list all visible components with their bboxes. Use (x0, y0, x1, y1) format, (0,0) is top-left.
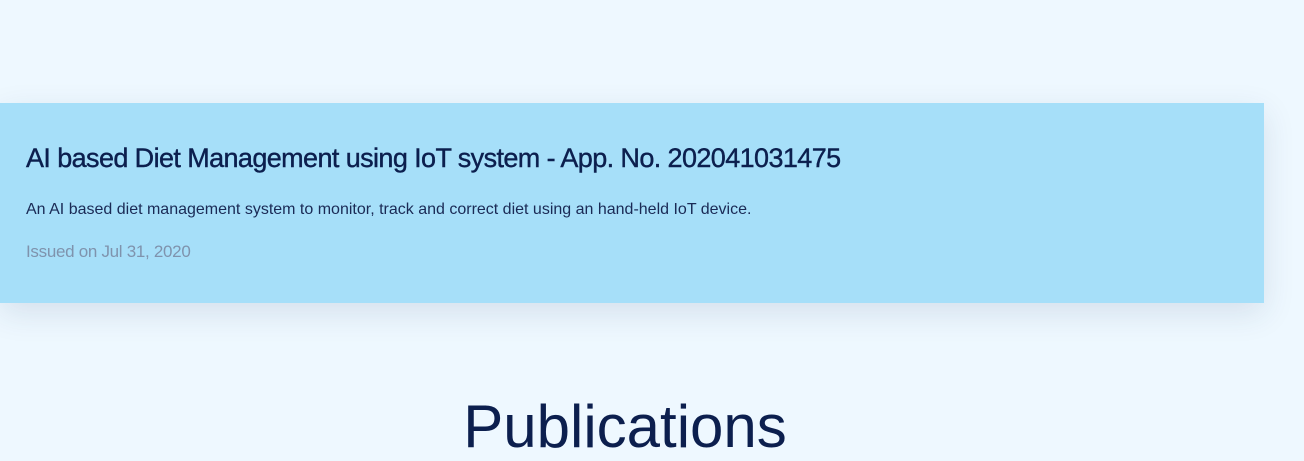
publications-heading: Publications (463, 393, 787, 460)
patent-card: AI based Diet Management using IoT syste… (0, 103, 1264, 303)
patent-title: AI based Diet Management using IoT syste… (26, 143, 842, 173)
patent-issued-date: Issued on Jul 31, 2020 (26, 242, 191, 261)
patent-description: An AI based diet management system to mo… (26, 201, 752, 218)
